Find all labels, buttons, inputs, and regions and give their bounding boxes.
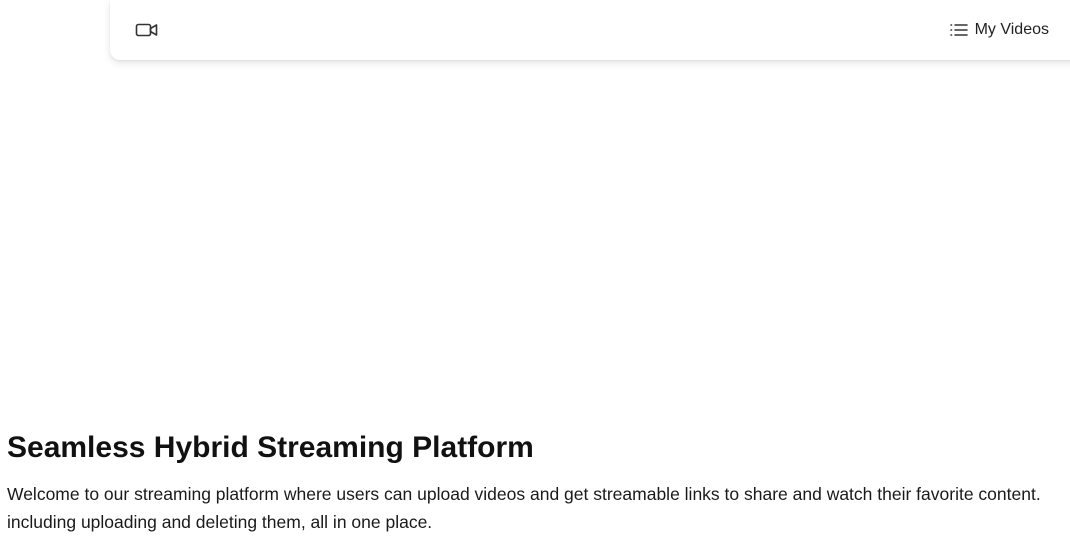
my-videos-label: My Videos	[974, 21, 1049, 38]
hero-description-line-1: Welcome to our streaming platform where …	[7, 484, 1041, 504]
list-icon	[949, 22, 969, 38]
hero-section: Seamless Hybrid Streaming Platform Welco…	[7, 430, 1070, 536]
hero-description: Welcome to our streaming platform where …	[7, 480, 1070, 536]
my-videos-link[interactable]: My Videos	[949, 0, 1049, 60]
home-logo-link[interactable]	[135, 18, 159, 42]
video-camera-icon	[135, 23, 158, 37]
top-navbar: My Videos	[110, 0, 1070, 60]
page-title: Seamless Hybrid Streaming Platform	[7, 431, 534, 464]
hero-description-line-2: including uploading and deleting them, a…	[7, 512, 433, 532]
